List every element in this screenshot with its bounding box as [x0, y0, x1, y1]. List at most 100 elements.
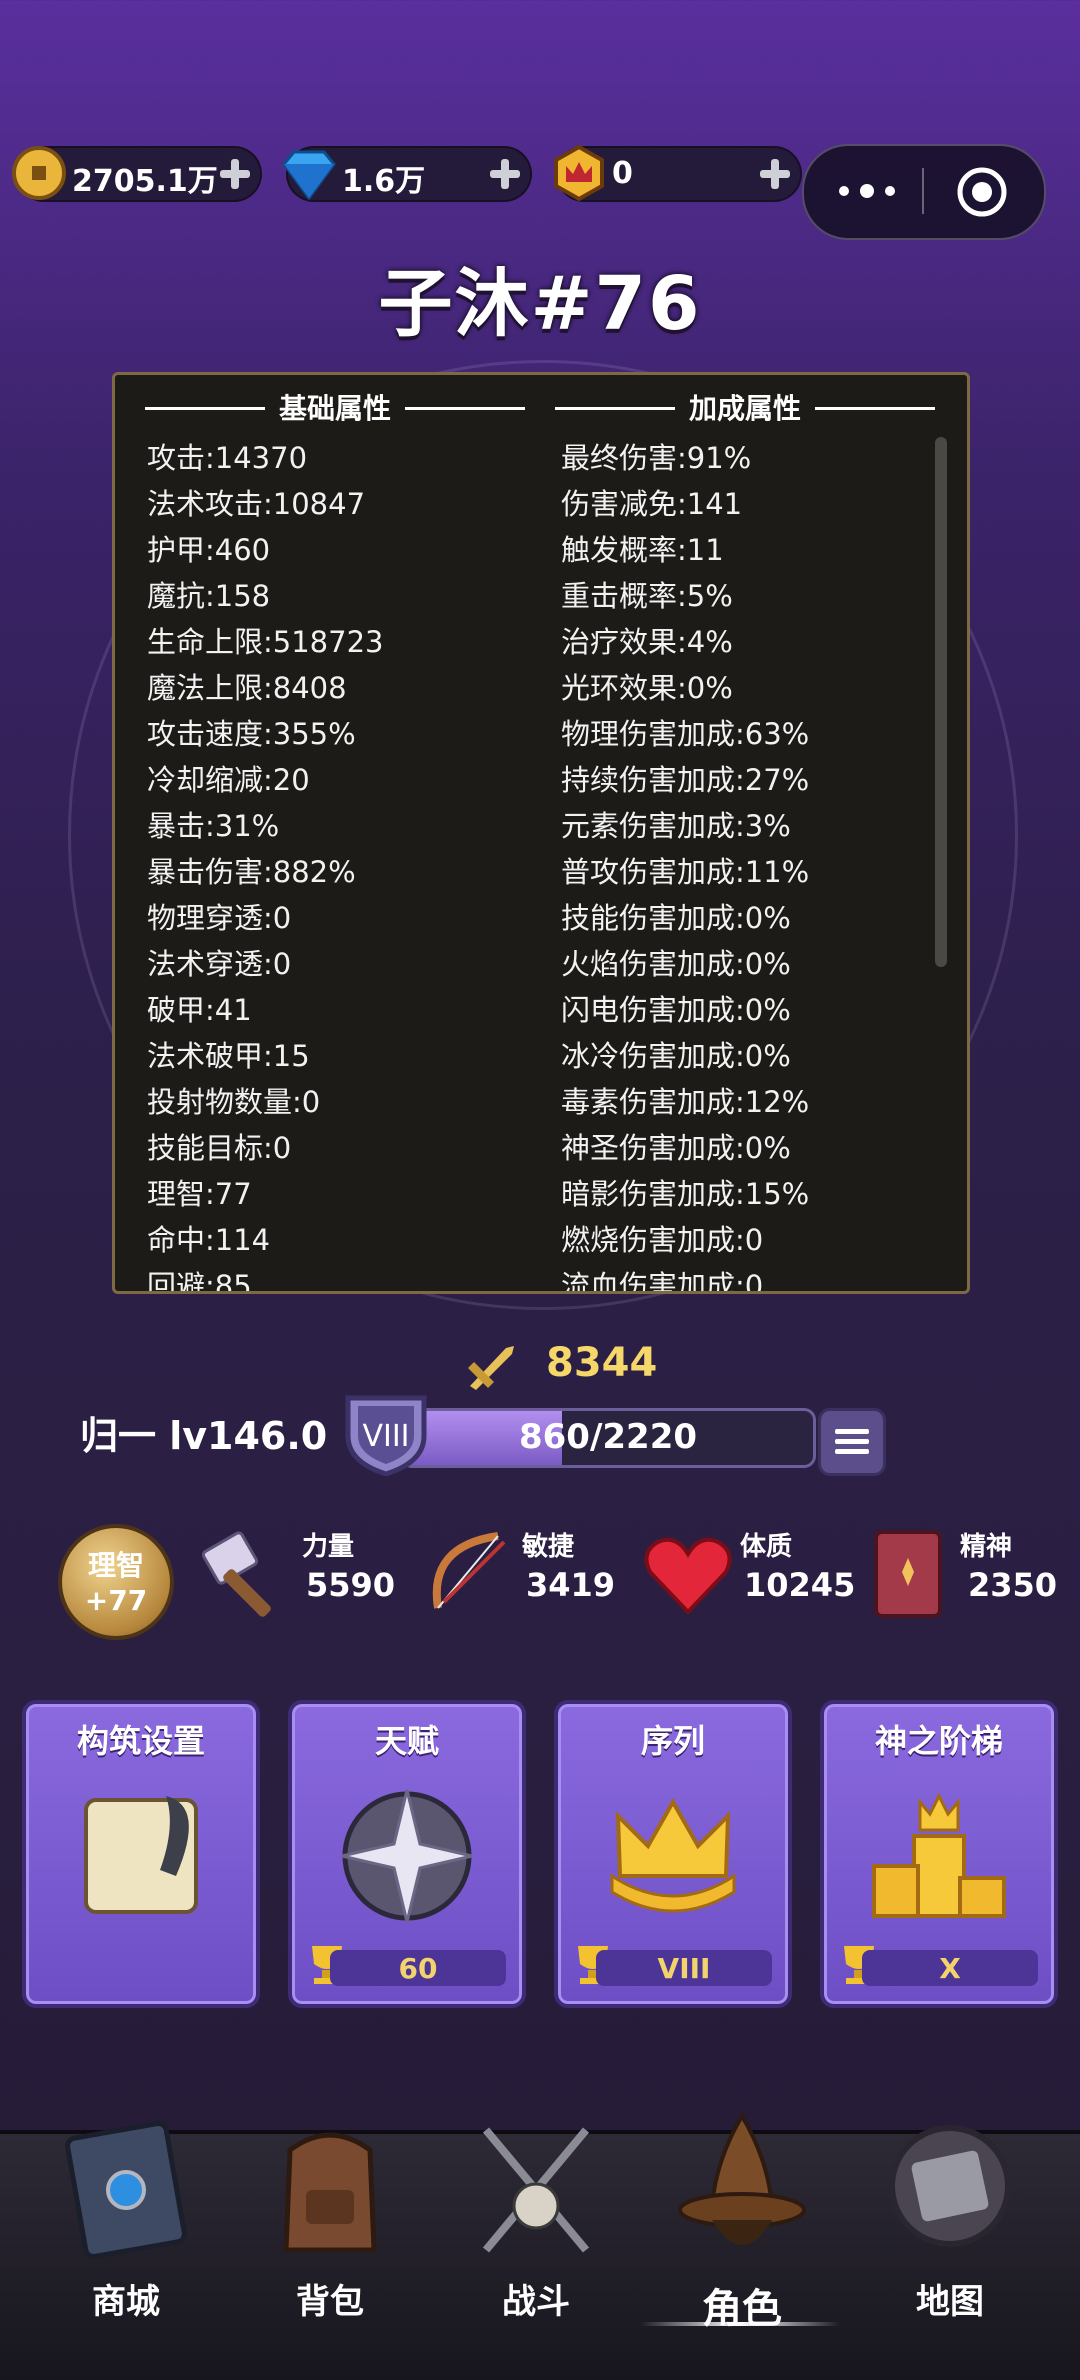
- strength-label: 力量: [302, 1532, 355, 1562]
- nav-backpack-label: 背包: [296, 2282, 364, 2322]
- bonus-attribute-row: 毒素伤害加成:12%: [561, 1085, 810, 1119]
- crown-icon: [610, 1797, 736, 1913]
- agility-label: 敏捷: [522, 1532, 575, 1562]
- bonus-attribute-row: 流血伤害加成:0: [561, 1269, 764, 1294]
- sequence-rank: VIII: [657, 1952, 711, 1985]
- crown-token-currency[interactable]: 0: [554, 144, 802, 202]
- basic-attribute-row: 技能目标:0: [147, 1131, 292, 1165]
- talent-label: 天赋: [374, 1722, 439, 1760]
- crown-token-icon: [554, 144, 604, 202]
- nav-battle-label: 战斗: [502, 2282, 570, 2322]
- divine-ladder-footer: X: [862, 1950, 1038, 1986]
- more-options-icon[interactable]: [832, 176, 902, 206]
- bonus-attribute-row: 普攻伤害加成:11%: [561, 855, 810, 889]
- nav-battle[interactable]: 战斗: [446, 2110, 626, 2360]
- basic-attribute-row: 暴击伤害:882%: [147, 855, 356, 889]
- bonus-attribute-row: 物理伤害加成:63%: [561, 717, 810, 751]
- basic-attribute-row: 命中:114: [147, 1223, 271, 1257]
- bonus-attribute-row: 持续伤害加成:27%: [561, 763, 810, 797]
- diamond-currency[interactable]: 1.6万: [282, 146, 532, 202]
- combat-power-icon: [468, 1346, 514, 1390]
- heart-icon: [644, 1537, 732, 1615]
- basic-attribute-row: 投射物数量:0: [147, 1085, 321, 1119]
- divine-ladder-rank: X: [939, 1952, 961, 1985]
- book-icon: [874, 1530, 942, 1618]
- sanity-value: +77: [84, 1584, 148, 1617]
- rank-shield-icon: VIII: [345, 1395, 427, 1476]
- nav-map[interactable]: 地图: [860, 2110, 1040, 2360]
- bonus-attribute-row: 最终伤害:91%: [561, 441, 752, 475]
- character-name: 子沐#76: [378, 261, 702, 347]
- class-level: 归一 lv146.0: [80, 1414, 328, 1458]
- xp-bar: 860/2220: [400, 1408, 816, 1468]
- basic-attribute-row: 生命上限:518723: [147, 625, 384, 659]
- bonus-attributes-title: 加成属性: [688, 392, 801, 425]
- wizard-hat-icon: [678, 2112, 806, 2245]
- bonus-attribute-row: 元素伤害加成:3%: [561, 809, 791, 843]
- divine-ladder-label: 神之阶梯: [874, 1722, 1003, 1760]
- add-diamond-icon[interactable]: [486, 155, 524, 193]
- bonus-attribute-row: 闪电伤害加成:0%: [561, 993, 791, 1027]
- gold-coin-icon: [12, 146, 66, 200]
- crown-token-amount: 0: [612, 156, 633, 191]
- add-gold-icon[interactable]: [216, 155, 254, 193]
- sanity-label: 理智: [87, 1549, 144, 1582]
- basic-attribute-row: 物理穿透:0: [147, 901, 292, 935]
- scroll-quill-icon: [84, 1796, 198, 1914]
- capsule-divider: [922, 168, 924, 214]
- bonus-attribute-row: 重击概率:5%: [561, 579, 733, 613]
- gold-currency[interactable]: 2705.1万: [12, 146, 262, 202]
- menu-icon: [835, 1429, 869, 1454]
- basic-attributes-list: 攻击:14370 法术攻击:10847 护甲:460 魔抗:158 生命上限:51872…: [147, 435, 384, 1291]
- divine-ladder-card[interactable]: 神之阶梯 X: [820, 1700, 1058, 2008]
- basic-attribute-row: 魔抗:158: [147, 579, 271, 613]
- nav-map-label: 地图: [916, 2282, 984, 2322]
- basic-attribute-row: 魔法上限:8408: [147, 671, 347, 705]
- gold-amount: 2705.1万: [72, 164, 218, 199]
- basic-attribute-row: 法术穿透:0: [147, 947, 292, 981]
- basic-attribute-row: 攻击速度:355%: [147, 717, 356, 751]
- shop-book-icon: [65, 2120, 187, 2260]
- bow-icon: [432, 1532, 506, 1609]
- panel-scrollbar[interactable]: [935, 437, 947, 967]
- strength-value: 5590: [306, 1566, 396, 1604]
- hammer-icon: [201, 1531, 271, 1617]
- sanity-medal[interactable]: 理智 +77: [58, 1524, 174, 1640]
- level-menu-button[interactable]: [818, 1408, 886, 1476]
- basic-attribute-row: 破甲:41: [147, 993, 252, 1027]
- miniprogram-capsule: [802, 144, 1046, 240]
- diamond-icon: [282, 150, 336, 201]
- bonus-attribute-row: 伤害减免:141: [561, 487, 743, 521]
- constitution-value: 10245: [744, 1566, 856, 1604]
- add-crown-token-icon[interactable]: [756, 155, 794, 193]
- nav-active-underline: [640, 2322, 840, 2326]
- bonus-attribute-row: 技能伤害加成:0%: [561, 901, 791, 935]
- diamond-amount: 1.6万: [342, 164, 426, 199]
- bonus-attribute-row: 治疗效果:4%: [561, 625, 733, 659]
- nav-shop[interactable]: 商城: [36, 2110, 216, 2360]
- constitution-label: 体质: [740, 1532, 793, 1562]
- crossed-swords-skull-icon: [482, 2127, 590, 2253]
- talent-card[interactable]: 天赋 60: [288, 1700, 526, 2008]
- stats-panel[interactable]: 基础属性 加成属性 攻击:14370 法术攻击:10847 护甲:460 魔抗:158…: [112, 372, 970, 1294]
- basic-attributes-title: 基础属性: [278, 392, 391, 425]
- close-miniprogram-icon[interactable]: [954, 164, 1010, 220]
- build-settings-card[interactable]: 构筑设置: [22, 1700, 260, 2008]
- talent-points: 60: [398, 1952, 438, 1985]
- combat-power-value: 8344: [546, 1340, 658, 1386]
- sequence-footer: VIII: [596, 1950, 772, 1986]
- basic-attribute-row: 法术破甲:15: [147, 1039, 310, 1073]
- sequence-card[interactable]: 序列 VIII: [554, 1700, 792, 2008]
- basic-attribute-row: 护甲:460: [147, 533, 271, 567]
- agility-value: 3419: [526, 1566, 616, 1604]
- sequence-label: 序列: [640, 1722, 705, 1760]
- basic-attribute-row: 暴击:31%: [147, 809, 280, 843]
- bonus-attribute-row: 暗影伤害加成:15%: [561, 1177, 810, 1211]
- basic-attribute-row: 冷却缩减:20: [147, 763, 310, 797]
- bonus-attribute-row: 冰冷伤害加成:0%: [561, 1039, 791, 1073]
- nav-shop-label: 商城: [92, 2282, 160, 2322]
- nav-backpack[interactable]: 背包: [240, 2110, 420, 2360]
- podium-crown-icon: [872, 1792, 1006, 1918]
- basic-attribute-row: 理智:77: [147, 1177, 252, 1211]
- bonus-attribute-row: 触发概率:11: [561, 533, 724, 567]
